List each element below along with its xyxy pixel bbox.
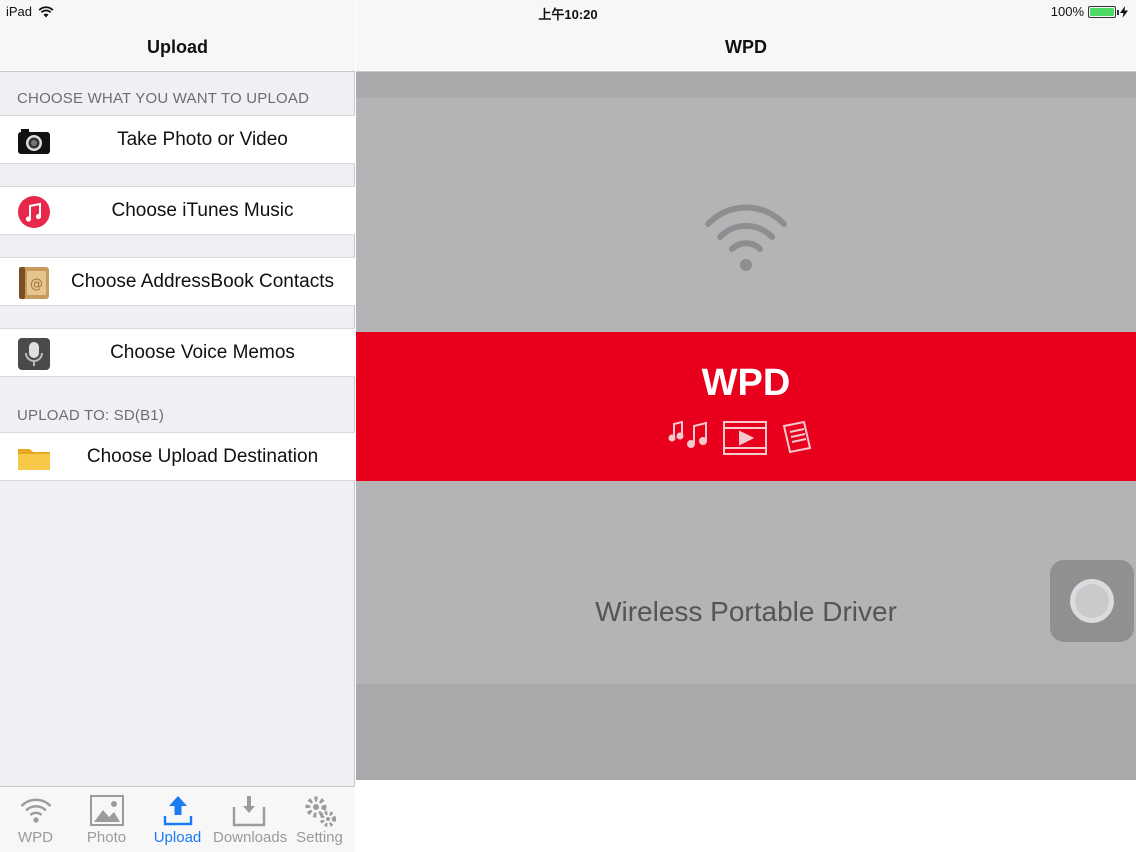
tab-downloads[interactable]: Downloads xyxy=(213,787,288,852)
voice-memos-icon xyxy=(18,338,50,370)
tab-upload[interactable]: Upload xyxy=(142,787,213,852)
master-title: Upload xyxy=(147,37,208,57)
battery-icon xyxy=(1088,5,1119,18)
assistive-touch-ring xyxy=(1070,579,1114,623)
voice-memos-label: Choose Voice Memos xyxy=(110,342,295,363)
assistive-touch-button[interactable] xyxy=(1050,560,1134,642)
status-right: 100% xyxy=(1051,4,1128,19)
take-photo-cell[interactable]: Take Photo or Video xyxy=(0,115,355,164)
svg-text:@: @ xyxy=(30,277,43,292)
brand-title: WPD xyxy=(701,362,791,404)
upload-icon xyxy=(163,796,192,826)
tab-upload-label: Upload xyxy=(153,829,202,846)
wifi-logo-icon xyxy=(705,204,787,271)
status-bar: iPad 上午10:20 100% xyxy=(0,0,1136,24)
section-header-upload-to: UPLOAD TO: SD(B1) xyxy=(17,407,165,424)
charging-icon xyxy=(1120,5,1128,18)
camera-icon xyxy=(18,129,50,154)
tagline: Wireless Portable Driver xyxy=(595,596,897,627)
tab-setting-label: Setting xyxy=(296,829,343,846)
addressbook-label: Choose AddressBook Contacts xyxy=(71,271,334,292)
music-notes-icon xyxy=(668,420,707,448)
wifi-icon xyxy=(20,798,51,823)
itunes-music-icon xyxy=(18,196,50,228)
section-header-choose: CHOOSE WHAT YOU WANT TO UPLOAD xyxy=(17,90,310,107)
detail-title: WPD xyxy=(725,37,767,57)
upload-destination-label: Choose Upload Destination xyxy=(86,446,319,467)
photo-icon xyxy=(89,795,124,826)
document-icon xyxy=(782,420,812,454)
gear-icon xyxy=(305,796,336,827)
downloads-icon xyxy=(232,796,265,827)
media-types-icons xyxy=(668,420,812,455)
folder-icon xyxy=(18,449,50,470)
battery-percent: 100% xyxy=(1050,4,1084,19)
upload-destination-cell[interactable]: Choose Upload Destination xyxy=(0,432,355,481)
tab-setting[interactable]: Setting xyxy=(284,787,355,852)
status-time: 上午10:20 xyxy=(538,7,598,22)
take-photo-label: Take Photo or Video xyxy=(117,129,288,150)
tab-bar: WPD Photo Upload Downloads Setting xyxy=(0,786,355,852)
detail-pane: WPD WPD Wireless Portable Driver xyxy=(356,0,1136,852)
film-icon xyxy=(723,421,767,455)
tab-downloads-label: Downloads xyxy=(213,829,288,846)
tab-wpd[interactable]: WPD xyxy=(0,787,71,852)
tab-wpd-label: WPD xyxy=(18,829,53,846)
master-pane: Upload CHOOSE WHAT YOU WANT TO UPLOAD Ta… xyxy=(0,0,355,852)
itunes-music-cell[interactable]: Choose iTunes Music xyxy=(0,186,355,235)
tab-photo-label: Photo xyxy=(86,829,127,846)
addressbook-cell[interactable]: @ Choose AddressBook Contacts xyxy=(0,257,355,306)
tab-photo[interactable]: Photo xyxy=(71,787,142,852)
itunes-music-label: Choose iTunes Music xyxy=(111,200,294,221)
voice-memos-cell[interactable]: Choose Voice Memos xyxy=(0,328,355,377)
addressbook-icon: @ xyxy=(19,267,49,299)
